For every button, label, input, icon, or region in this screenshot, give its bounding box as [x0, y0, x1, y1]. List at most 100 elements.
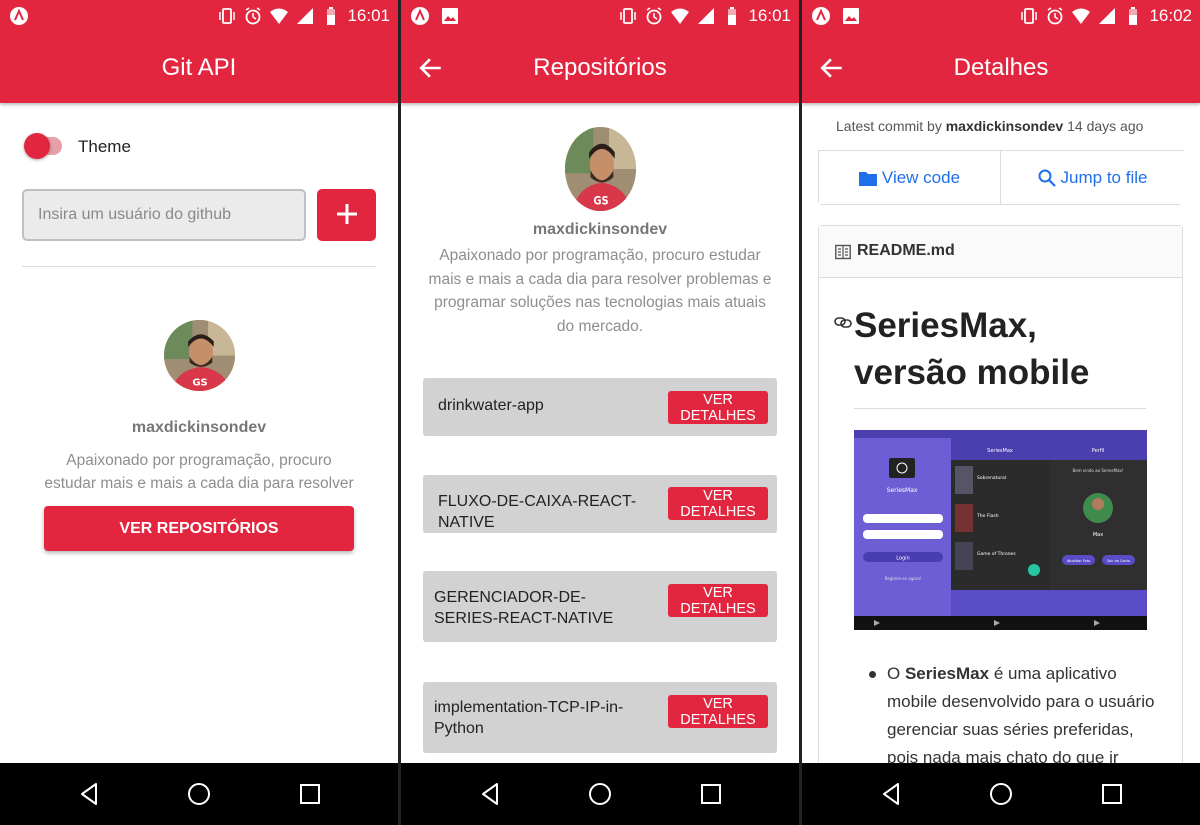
app-bar: Detalhes — [802, 33, 1200, 103]
theme-toggle[interactable] — [24, 133, 50, 159]
alarm-icon — [1048, 7, 1063, 25]
app-logo-icon — [10, 7, 28, 25]
jump-to-file-button[interactable]: Jump to file — [1002, 151, 1183, 204]
readme-paragraph: O SeriesMax é uma aplicativo mobile dese… — [887, 660, 1157, 772]
user-bio: Apaixonado por programação, procuro estu… — [44, 452, 354, 492]
theme-label: Theme — [78, 137, 131, 156]
readme-header: README.md — [819, 226, 1182, 278]
screen3-btn: Sair da Conta — [1107, 559, 1130, 563]
view-code-label: View code — [881, 167, 961, 187]
nav-home-icon[interactable] — [989, 782, 1013, 806]
add-user-button[interactable] — [317, 189, 376, 241]
alarm-icon — [647, 7, 662, 25]
status-bar: 16:01 — [401, 0, 799, 33]
repo-card: drinkwater-app VER DETALHES — [423, 378, 777, 436]
nav-back-icon[interactable] — [478, 782, 502, 806]
signal-icon — [698, 8, 715, 24]
screen2-item: The Flash — [976, 513, 999, 519]
bullet-bold: SeriesMax — [904, 664, 990, 683]
repo-details-button[interactable]: VER DETALHES — [668, 584, 768, 617]
username: maxdickinsondev — [532, 221, 668, 238]
repo-name: GERENCIADOR-DE-SERIES-REACT-NATIVE — [434, 589, 614, 627]
nav-recents-icon[interactable] — [699, 782, 723, 806]
vibrate-icon — [219, 8, 236, 24]
system-nav-bar — [401, 763, 799, 825]
readme-heading: SeriesMax, versão mobile — [854, 306, 1090, 392]
nav-home-icon[interactable] — [187, 782, 211, 806]
screen2-title: SeriesMax — [987, 448, 1013, 454]
nav-home-icon[interactable] — [588, 782, 612, 806]
divider — [22, 266, 376, 267]
plus-icon — [336, 203, 357, 224]
signal-icon — [1099, 8, 1116, 24]
screen1-link: Registre-se agora! — [885, 576, 922, 581]
screen1-button: Login — [896, 556, 910, 562]
repo-details-button[interactable]: VER DETALHES — [668, 391, 768, 424]
view-code-button[interactable]: View code — [819, 151, 1001, 204]
view-repositories-button[interactable]: VER REPOSITÓRIOS — [44, 506, 354, 551]
wifi-icon — [270, 8, 289, 24]
nav-recents-icon[interactable] — [1100, 782, 1124, 806]
system-nav-bar — [0, 763, 398, 825]
avatar — [565, 127, 636, 211]
screen3-btn: Atualizar Foto — [1067, 559, 1090, 563]
repo-name: implementation-TCP-IP-in-Python — [434, 699, 624, 737]
avatar — [164, 320, 235, 391]
status-time: 16:01 — [748, 6, 791, 25]
repo-details-button[interactable]: VER DETALHES — [668, 487, 768, 520]
screen2-item: Sobrenatural — [977, 475, 1006, 481]
bullet — [869, 671, 876, 678]
status-time: 16:02 — [1149, 6, 1192, 25]
status-bar: 16:02 — [802, 0, 1200, 33]
app-logo-icon — [812, 7, 830, 25]
image-notification-icon — [843, 8, 859, 24]
app-bar: Git API — [0, 33, 398, 103]
screen-git-api: 16:01 Git API Theme maxdickinsondev Apai… — [0, 0, 398, 825]
github-user-input[interactable] — [22, 189, 306, 241]
repo-name: FLUXO-DE-CAIXA-REACT-NATIVE — [438, 493, 637, 531]
divider — [854, 408, 1146, 409]
signal-icon — [297, 8, 314, 24]
battery-icon — [1129, 7, 1138, 25]
repo-card: GERENCIADOR-DE-SERIES-REACT-NATIVE VER D… — [423, 571, 777, 642]
commit-prefix: Latest commit by — [836, 118, 942, 134]
wifi-icon — [671, 8, 690, 24]
image-notification-icon — [442, 8, 458, 24]
battery-icon — [327, 7, 336, 25]
nav-back-icon[interactable] — [77, 782, 101, 806]
repo-card: implementation-TCP-IP-in-Python VER DETA… — [423, 682, 777, 753]
page-title: Repositórios — [533, 54, 667, 81]
screen3-user: Max — [1093, 532, 1103, 538]
folder-icon — [858, 171, 877, 186]
search-icon — [1038, 169, 1056, 187]
user-bio: Apaixonado por programação, procuro estu… — [428, 247, 772, 335]
screen-detalhes: 16:02 Detalhes Latest commit by maxdicki… — [802, 0, 1200, 825]
readme-filename: README.md — [857, 242, 955, 259]
commit-author[interactable]: maxdickinsondev — [946, 118, 1064, 134]
app-logo-icon — [411, 7, 429, 25]
latest-commit: Latest commit by maxdickinsondev 14 days… — [836, 118, 1143, 134]
nav-recents-icon[interactable] — [298, 782, 322, 806]
repo-card: FLUXO-DE-CAIXA-REACT-NATIVE VER DETALHES — [423, 475, 777, 533]
page-title: Git API — [161, 54, 237, 81]
vibrate-icon — [620, 8, 637, 24]
alarm-icon — [246, 7, 261, 25]
anchor-link-icon[interactable] — [834, 313, 852, 331]
code-actions: View code Jump to file — [818, 151, 1183, 205]
app-bar: Repositórios — [401, 33, 799, 103]
nav-back-icon[interactable] — [879, 782, 903, 806]
screen-repositorios: 16:01 Repositórios maxdickinsondev Apaix… — [401, 0, 799, 825]
screen1-title: SeriesMax — [887, 487, 918, 494]
commit-age: 14 days ago — [1067, 118, 1144, 134]
jump-to-file-label: Jump to file — [1060, 167, 1148, 187]
repo-details-button[interactable]: VER DETALHES — [668, 695, 768, 728]
battery-icon — [728, 7, 737, 25]
page-title: Detalhes — [953, 54, 1049, 81]
status-time: 16:01 — [347, 6, 390, 25]
repo-name: drinkwater-app — [438, 397, 544, 414]
screen3-welcome: Bem vindo ao SeriesMax! — [1073, 468, 1124, 473]
wifi-icon — [1072, 8, 1091, 24]
screen3-title: Perfil — [1092, 448, 1105, 454]
status-bar: 16:01 — [0, 0, 398, 33]
screen2-item: Game of Thrones — [977, 551, 1016, 557]
